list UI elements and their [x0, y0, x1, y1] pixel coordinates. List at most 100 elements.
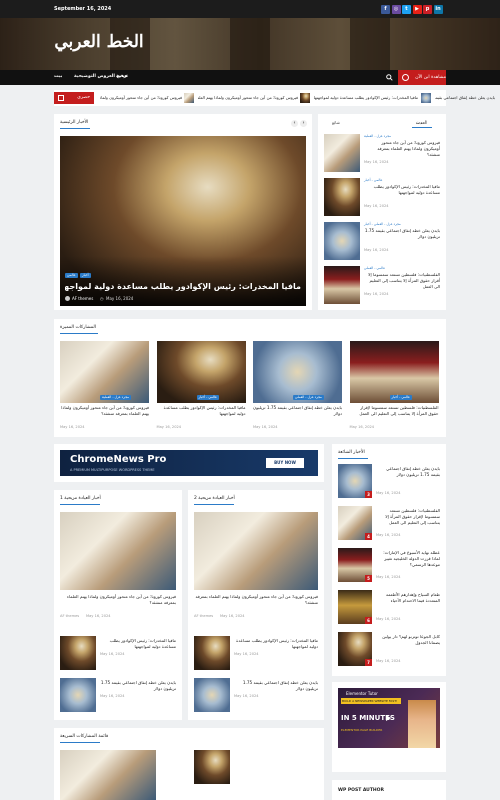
quick-list-title: قائمة المشاركات السريعة — [60, 734, 109, 739]
ticker-thumbnail[interactable] — [184, 93, 194, 103]
tab-item-category[interactable]: مجرد عزل - العملية — [364, 134, 391, 138]
nav-item-upgrade[interactable]: ترقية — [116, 74, 128, 79]
tab-item-title[interactable]: فيروس كورونا: من أين جاء متحور أوميكرون … — [364, 140, 440, 158]
tab-item-thumb[interactable] — [324, 134, 360, 172]
trending-title-text[interactable]: عطلة نهاية الأسبوع في الإمارات: لماذا قر… — [376, 550, 440, 574]
featured-title-text[interactable]: فيروس كورونا: من أين جاء متحور أوميكرون … — [60, 405, 149, 423]
column-two-list-title[interactable]: بايدن يعلن خطة إنفاق اجتماعي بقيمة 1.75 … — [234, 680, 318, 692]
video-ad-card: Elementor Tutor BUILD A NEWSPAPER WEBSIT… — [332, 682, 446, 772]
youtube-icon[interactable]: ▶ — [412, 5, 422, 14]
tab-item-thumb[interactable] — [324, 178, 360, 216]
buy-now-button[interactable]: BUY NOW — [266, 458, 304, 468]
category-badge[interactable]: عالمي — [65, 273, 78, 278]
trending-title-text[interactable]: كابل الجوعا توترنو لهم؟ دار يولين يضمانا… — [376, 634, 440, 658]
category-badge[interactable]: عالمي - أخبار — [196, 395, 219, 400]
quick-list-thumb[interactable] — [194, 750, 230, 784]
featured-title-text[interactable]: مافيا المخدرات: رئيس الإكوادور يطلب مساع… — [157, 405, 246, 423]
category-badge[interactable]: مجرد عزل - العملي — [293, 395, 324, 400]
column-two-lead-title[interactable]: فيروس كورونا: من أين جاء متحور أوميكرون … — [194, 594, 318, 612]
column-one-list-title[interactable]: بايدن يعلن خطة إنفاق اجتماعي بقيمة 1.75 … — [100, 680, 176, 692]
tab-item-date: May 16, 2024 — [364, 204, 389, 208]
column-one-thumb[interactable] — [60, 636, 96, 670]
tab-item-thumb[interactable] — [324, 266, 360, 304]
tab-item-category[interactable]: مجرد عزل - العملي - أخبار — [364, 222, 401, 226]
ticker-thumbnail[interactable] — [300, 93, 310, 103]
column-one-date: May 16, 2024 — [86, 614, 111, 618]
site-title[interactable]: الخط العربي — [54, 32, 144, 52]
main-headline[interactable]: مافيا المخدرات: رئيس الإكوادور يطلب مساع… — [65, 282, 301, 291]
slider-next-icon[interactable]: › — [300, 120, 307, 127]
breaking-news-ticker: حصري فيروس كورونا: من أين جاء متحور أومي… — [54, 90, 495, 106]
author-name[interactable]: AF themes — [72, 296, 93, 301]
column-one-list-date: May 16, 2024 — [100, 652, 125, 656]
column-one-author[interactable]: AF themes — [60, 614, 79, 618]
tab-item-title[interactable]: مافيا المخدرات: رئيس الإكوادور يطلب مساع… — [364, 184, 440, 202]
trending-title-text[interactable]: الفلسطنيات: فلسطين تستعد سمسوما لإقرار ح… — [376, 508, 440, 532]
column-one-thumb[interactable] — [60, 678, 96, 712]
column-two-thumb[interactable] — [194, 636, 230, 670]
top-bar: September 16, 2024 f ◎ t ▶ p in — [0, 0, 500, 18]
ticker-item[interactable]: مافيا المخدرات: رئيس الإكوادور يطلب مساع… — [314, 95, 418, 100]
ticker-item[interactable]: فيروس كورونا: من أين جاء متحور أوميكرون … — [198, 95, 298, 100]
column-two-list-date: May 16, 2024 — [234, 694, 259, 698]
tab-popular[interactable]: شائع — [332, 120, 340, 125]
nav-item-home[interactable]: بيت — [54, 74, 62, 79]
category-badge[interactable]: عالمي - أخبار — [389, 395, 412, 400]
column-two-lead-image[interactable] — [194, 512, 318, 590]
main-navigation: بيت جميع العروض التوضيحية ترقية مشاهدة ا… — [0, 70, 500, 85]
ticker-item[interactable]: بايدن يعلن خطة إنفاق اجتماعي بقيمة 1.75 … — [435, 95, 495, 100]
column-one-list-title[interactable]: مافيا المخدرات: رئيس الإكوادور يطلب مساع… — [100, 638, 176, 650]
tab-item-date: May 16, 2024 — [364, 248, 389, 252]
presenter-image — [408, 700, 436, 748]
trending-date: May 16, 2024 — [376, 617, 401, 621]
ad-banner[interactable]: ChromeNews Pro A PREMIUM MULTIPURPOSE WO… — [60, 450, 318, 476]
trending-rank: 7 — [365, 659, 372, 666]
trending-rank: 4 — [365, 533, 372, 540]
tab-item-title[interactable]: الفلسطنيات: فلسطين تستعد سمسوما إلا أقرا… — [364, 272, 440, 290]
main-news-title: الأخبار الرئيسية — [60, 120, 89, 125]
facebook-icon[interactable]: f — [381, 5, 390, 14]
linkedin-icon[interactable]: in — [433, 5, 443, 14]
twitter-icon[interactable]: t — [402, 5, 411, 14]
column-two-thumb[interactable] — [194, 678, 230, 712]
video-brand: Elementor Tutor — [346, 691, 378, 696]
column-one-lead-title[interactable]: فيروس كورونا: من أين جاء متحور أوميكرون … — [60, 594, 176, 612]
watch-live-button[interactable]: مشاهدة ابن الآن — [398, 70, 446, 85]
trending-title-text[interactable]: بايدن يعلن خطة إنفاق اجتماعي بقيمة 1.75 … — [376, 466, 440, 490]
column-one-lead-image[interactable] — [60, 512, 176, 590]
author-widget: WP POST AUTHOR — [332, 780, 446, 800]
featured-image[interactable] — [156, 341, 246, 403]
tab-item-date: May 16, 2024 — [364, 292, 389, 296]
trending-rank: 6 — [365, 617, 372, 624]
category-badge[interactable]: أخبار — [80, 273, 91, 278]
trending-date: May 16, 2024 — [376, 575, 401, 579]
pinterest-icon[interactable]: p — [423, 5, 432, 14]
tab-item-thumb[interactable] — [324, 222, 360, 260]
site-header: الخط العربي — [0, 18, 500, 70]
instagram-icon[interactable]: ◎ — [391, 5, 401, 14]
featured-image[interactable] — [253, 341, 342, 403]
column-two-author[interactable]: AF themes — [194, 614, 213, 618]
slider-prev-icon[interactable]: ‹ — [291, 120, 298, 127]
ticker-thumbnail[interactable] — [421, 93, 431, 103]
category-badge[interactable]: مجرد عزل - العملية — [100, 395, 131, 400]
ad-brand: ChromeNews Pro — [70, 454, 167, 465]
play-icon — [386, 715, 391, 721]
grid-icon — [58, 95, 64, 101]
tab-item-category[interactable]: عالمي - أخبار — [364, 178, 382, 182]
search-icon[interactable] — [386, 74, 393, 81]
featured-title-text[interactable]: الفلسطنيات: فلسطين تستعد سمسوما لإقرار ح… — [350, 405, 438, 423]
main-news-image[interactable]: عالمي أخبار مافيا المخدرات: رئيس الإكواد… — [60, 136, 306, 306]
column-two-list-title[interactable]: مافيا المخدرات: رئيس الإكوادور يطلب مساع… — [234, 638, 318, 650]
featured-image[interactable] — [349, 341, 439, 403]
trending-title-text[interactable]: طعام السياح وإهدارهم الأطعمة المتعددة في… — [376, 592, 440, 616]
quick-list-image[interactable] — [60, 750, 156, 800]
tab-latest[interactable]: أحدث — [416, 120, 427, 125]
video-ad[interactable]: Elementor Tutor BUILD A NEWSPAPER WEBSIT… — [338, 688, 440, 748]
featured-image[interactable] — [60, 341, 149, 403]
featured-posts-card: المشاركات المميزة مجرد عزل - العملية فيرو… — [54, 319, 446, 437]
tab-item-title[interactable]: بايدن يعلن خطة إنفاق اجتماعي بقيمة 1.75 … — [364, 228, 440, 246]
featured-title-text[interactable]: بايدن يعلن خطة إنفاق اجتماعي بقيمة 1.75 … — [253, 405, 342, 423]
tab-item-category[interactable]: عالمي - العملي — [364, 266, 385, 270]
ticker-item[interactable]: فيروس كورونا: من أين جاء متحور أوميكرون … — [100, 95, 182, 100]
